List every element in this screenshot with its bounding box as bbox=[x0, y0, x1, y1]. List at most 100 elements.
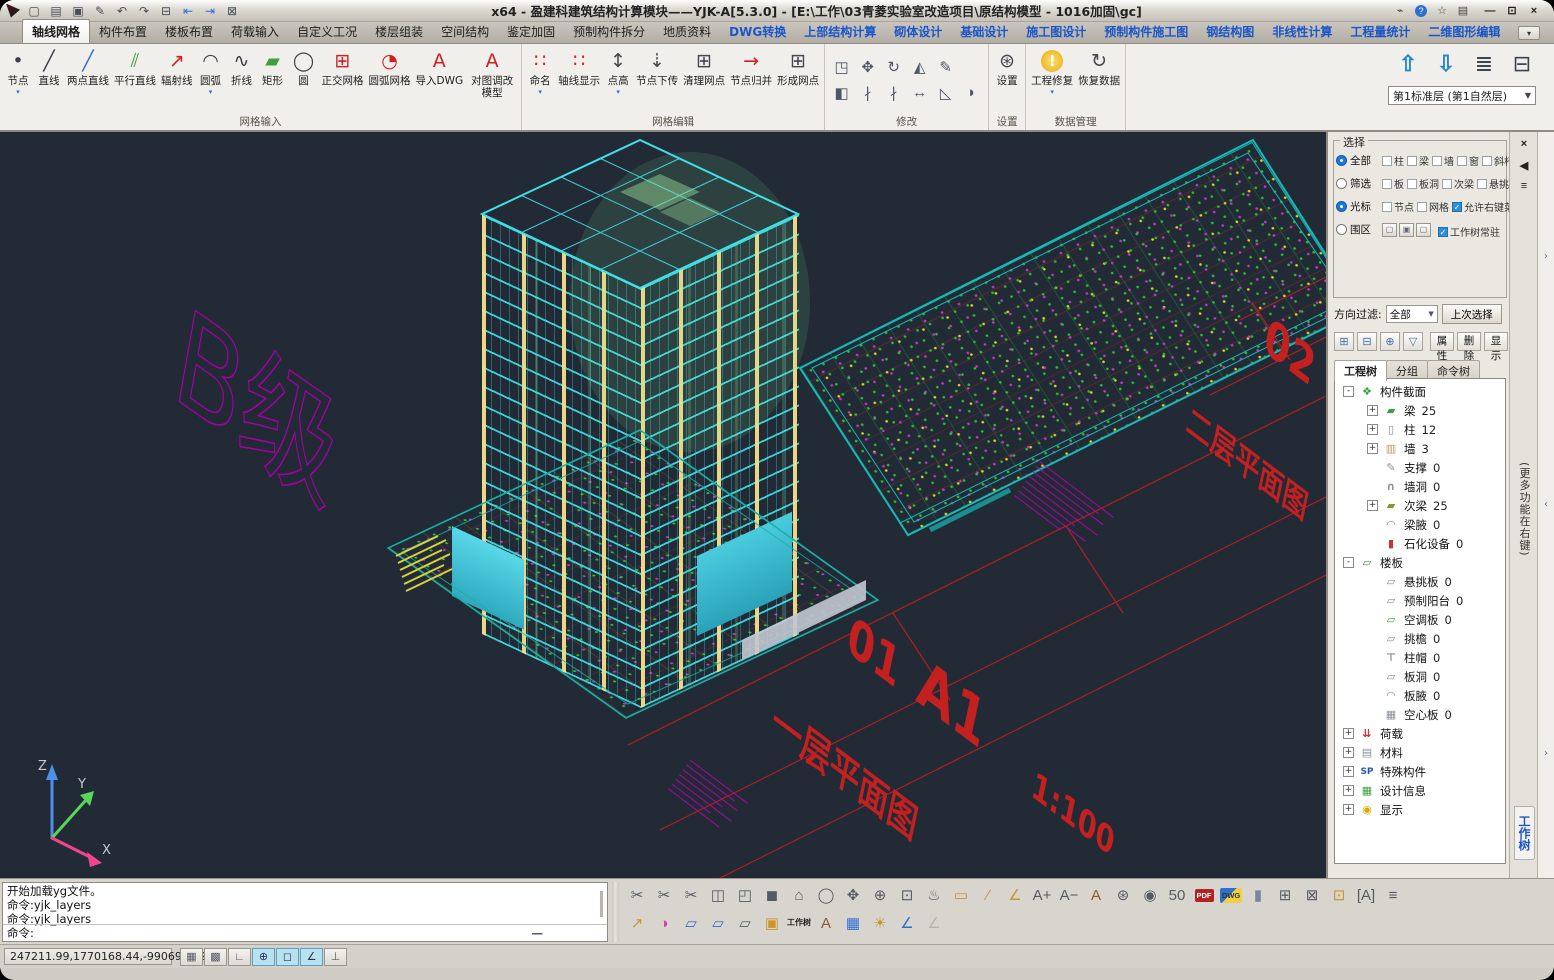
title-icon-button[interactable]: ? bbox=[1412, 3, 1430, 19]
model-canvas[interactable]: 01 A1 一层平面图 1:100 02 二层平面图 bbox=[0, 132, 1326, 878]
ribbon-button[interactable]: ⊞ 正交网格 bbox=[320, 44, 366, 115]
tree-item[interactable]: + ◉ 显示 bbox=[1335, 800, 1505, 819]
tree-expander[interactable]: - bbox=[1343, 557, 1354, 568]
menu-tab[interactable]: 基础设计 bbox=[951, 20, 1017, 43]
toolbar-icon-button[interactable]: [A] bbox=[1353, 883, 1379, 908]
toolbar-icon-button[interactable]: ▱ bbox=[732, 911, 758, 936]
toolbar-icon-button[interactable]: ◯ bbox=[813, 883, 839, 908]
drafting-toggle-button[interactable]: ∠ bbox=[300, 948, 323, 966]
ribbon-button[interactable]: A 对图调改模型 bbox=[466, 44, 518, 115]
last-selection-button[interactable]: 上次选择 bbox=[1442, 304, 1502, 324]
panel-action-button[interactable]: 显示 bbox=[1484, 332, 1508, 351]
toolbar-icon-button[interactable]: ☀ bbox=[867, 911, 893, 936]
ribbon-button[interactable]: ◔ 圆弧网格 bbox=[367, 44, 413, 115]
tab-overflow-button[interactable]: ▾ bbox=[1518, 26, 1540, 40]
tree-expander[interactable]: + bbox=[1367, 424, 1378, 435]
minimize-button[interactable]: — bbox=[1480, 3, 1500, 19]
quick-access-button[interactable]: ▢ bbox=[24, 2, 44, 20]
toolbar-icon-button[interactable]: ⊛ bbox=[1110, 883, 1136, 908]
ribbon-button[interactable]: • 节点 ▾ bbox=[3, 44, 33, 115]
ribbon-button[interactable]: ↕ 点高 ▾ bbox=[603, 44, 633, 115]
menu-tab[interactable]: 预制构件拆分 bbox=[564, 20, 654, 43]
toolbar-icon-button[interactable]: ≡ bbox=[1380, 883, 1406, 908]
selection-tool-button[interactable]: ⊟ bbox=[1357, 332, 1377, 351]
toolbar-icon-button[interactable]: ✥ bbox=[840, 883, 866, 908]
toolbar-icon-button[interactable]: A+ bbox=[1029, 883, 1055, 908]
command-resize-handle[interactable]: — bbox=[532, 926, 544, 940]
quick-access-button[interactable]: ✎ bbox=[90, 2, 110, 20]
modify-tool-icon[interactable]: ◗ bbox=[960, 81, 983, 104]
ribbon-button[interactable]: ◯ 圆 bbox=[289, 44, 319, 115]
drafting-toggle-button[interactable]: ◻ bbox=[276, 948, 299, 966]
tree-expander[interactable]: + bbox=[1343, 747, 1354, 758]
toolbar-icon-button[interactable]: ◼ bbox=[759, 883, 785, 908]
quick-access-button[interactable]: ⇤ bbox=[178, 2, 198, 20]
tree-expander[interactable]: + bbox=[1343, 804, 1354, 815]
toolbar-icon-button[interactable]: ▭ bbox=[948, 883, 974, 908]
drafting-toggle-button[interactable]: ▩ bbox=[204, 948, 227, 966]
ribbon-button[interactable]: → 节点归并 bbox=[728, 44, 774, 115]
toolbar-icon-button[interactable]: DWG bbox=[1218, 883, 1244, 908]
menu-tab[interactable]: 二维图形编辑 bbox=[1419, 20, 1509, 43]
menu-tab[interactable]: 空间结构 bbox=[432, 20, 498, 43]
ribbon-button[interactable]: ╱ 两点直线 bbox=[65, 44, 111, 115]
element-filter-checkbox[interactable]: 柱 bbox=[1382, 153, 1404, 168]
toolbar-icon-button[interactable]: 50 bbox=[1164, 883, 1190, 908]
drafting-toggle-button[interactable]: ▦ bbox=[180, 948, 203, 966]
ribbon-button[interactable]: ⊞ 形成网点 bbox=[775, 44, 821, 115]
toolbar-icon-button[interactable]: ∠ bbox=[1002, 883, 1028, 908]
floor-nav-button[interactable]: ⇧ bbox=[1394, 50, 1422, 78]
menu-tab[interactable]: 施工图设计 bbox=[1017, 20, 1095, 43]
toolbar-icon-button[interactable]: ⊠ bbox=[1299, 883, 1325, 908]
ribbon-button[interactable]: ▰ 矩形 bbox=[258, 44, 288, 115]
ribbon-button[interactable]: ∷ 命名 ▾ bbox=[525, 44, 555, 115]
modify-tool-icon[interactable]: ∤ bbox=[856, 81, 879, 104]
tree-item[interactable]: + ▤ 材料 bbox=[1335, 743, 1505, 762]
drafting-toggle-button[interactable]: ⊕ bbox=[252, 948, 275, 966]
element-filter-checkbox[interactable]: 网格 bbox=[1417, 199, 1449, 214]
quick-access-button[interactable]: ↶ bbox=[112, 2, 132, 20]
element-filter-checkbox[interactable]: 窗 bbox=[1457, 153, 1479, 168]
quick-access-button[interactable]: ⊠ bbox=[222, 2, 242, 20]
toolbar-icon-button[interactable]: ↗ bbox=[624, 911, 650, 936]
menu-tab[interactable]: 轴线网格 bbox=[22, 19, 90, 43]
menu-tab[interactable]: 预制构件施工图 bbox=[1095, 20, 1197, 43]
collapse-arrow-icon[interactable]: ‹ bbox=[1544, 499, 1548, 510]
floor-nav-button[interactable]: ≣ bbox=[1470, 50, 1498, 78]
quick-access-button[interactable]: ↷ bbox=[134, 2, 154, 20]
menu-tab[interactable]: 鉴定加固 bbox=[498, 20, 564, 43]
modify-tool-icon[interactable]: ∤ bbox=[882, 81, 905, 104]
tree-item[interactable]: + ▯ 柱 12 bbox=[1335, 420, 1505, 439]
toolbar-icon-button[interactable]: ⊡ bbox=[894, 883, 920, 908]
ribbon-button[interactable]: ◠ 圆弧 ▾ bbox=[196, 44, 226, 115]
tree-item[interactable]: ◠ 梁腋 0 bbox=[1335, 515, 1505, 534]
tree-expander[interactable]: + bbox=[1343, 728, 1354, 739]
toolbar-icon-button[interactable]: ▣ bbox=[759, 911, 785, 936]
toolbar-icon-button[interactable]: ⊞ bbox=[1272, 883, 1298, 908]
toolbar-icon-button[interactable]: PDF bbox=[1191, 883, 1217, 908]
tree-item[interactable]: ▱ 空调板 0 bbox=[1335, 610, 1505, 629]
quick-access-button[interactable]: ⊟ bbox=[156, 2, 176, 20]
menu-tab[interactable]: 楼层组装 bbox=[366, 20, 432, 43]
tree-item[interactable]: + ⇊ 荷载 bbox=[1335, 724, 1505, 743]
collapse-arrow-icon[interactable]: › bbox=[1544, 748, 1548, 759]
element-filter-checkbox[interactable]: 板 bbox=[1382, 176, 1404, 191]
toolbar-icon-button[interactable]: ▱ bbox=[705, 911, 731, 936]
ribbon-button[interactable]: ╱ 直线 bbox=[34, 44, 64, 115]
panel-rail-button[interactable]: ≡ bbox=[1514, 177, 1534, 195]
modify-tool-icon[interactable]: ↔ bbox=[908, 81, 931, 104]
tree-expander[interactable]: + bbox=[1343, 785, 1354, 796]
tree-item[interactable]: + ▰ 次梁 25 bbox=[1335, 496, 1505, 515]
tree-item[interactable]: ⊤ 柱帽 0 bbox=[1335, 648, 1505, 667]
tree-expander[interactable]: - bbox=[1343, 386, 1354, 397]
element-filter-checkbox[interactable]: 次梁 bbox=[1442, 176, 1474, 191]
collapse-arrow-icon[interactable]: › bbox=[1544, 251, 1548, 262]
title-icon-button[interactable]: ▤ bbox=[1454, 3, 1472, 19]
ribbon-button[interactable]: ⇣ 节点下传 bbox=[634, 44, 680, 115]
element-filter-checkbox[interactable]: 墙 bbox=[1432, 153, 1454, 168]
ribbon-button[interactable]: ∿ 折线 bbox=[227, 44, 257, 115]
modify-tool-icon[interactable]: ◭ bbox=[908, 55, 931, 78]
ribbon-button[interactable]: ↗ 辐射线 bbox=[159, 44, 195, 115]
menu-tab[interactable]: 非线性计算 bbox=[1263, 20, 1341, 43]
tree-expander[interactable]: + bbox=[1343, 766, 1354, 777]
